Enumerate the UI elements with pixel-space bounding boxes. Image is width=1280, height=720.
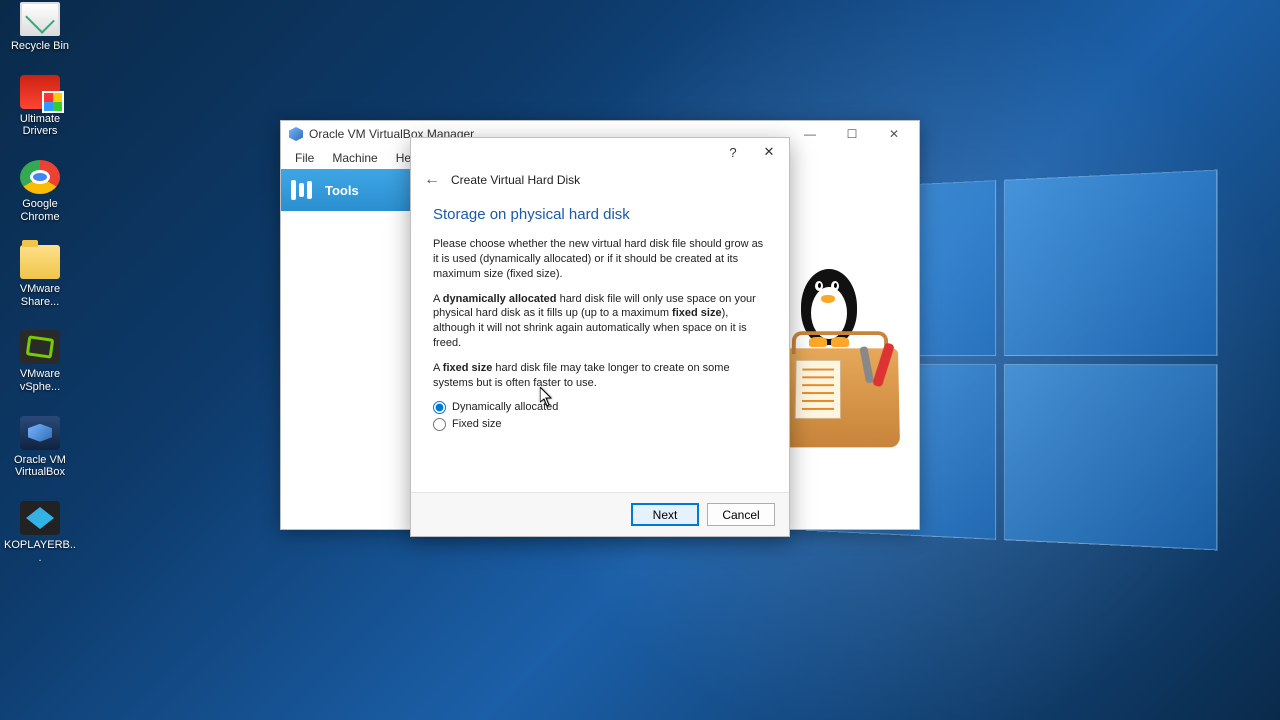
maximize-icon: ☐ — [847, 127, 858, 141]
icon-label: Recycle Bin — [4, 40, 76, 53]
close-icon: ✕ — [764, 144, 775, 160]
menu-machine[interactable]: Machine — [324, 149, 385, 167]
help-icon: ? — [729, 145, 736, 160]
icon-label: Ultimate Drivers — [4, 113, 76, 138]
icon-label: VMware vSphe... — [4, 368, 76, 393]
chrome-icon — [20, 160, 60, 194]
arrow-left-icon: ← — [424, 171, 440, 189]
radio-label: Fixed size — [452, 418, 502, 430]
sidebar: Tools — [281, 169, 411, 529]
sidebar-item-label: Tools — [325, 183, 359, 198]
menu-file[interactable]: File — [287, 149, 322, 167]
desktop: Recycle Bin Ultimate Drivers Google Chro… — [0, 0, 1280, 720]
create-virtual-hard-disk-wizard: ? ✕ ← Create Virtual Hard Disk Storage o… — [410, 137, 790, 537]
desktop-icon-oracle-vm-virtualbox[interactable]: Oracle VM VirtualBox — [4, 416, 76, 479]
next-button[interactable]: Next — [631, 503, 699, 526]
desktop-icon-vmware-vsphere[interactable]: VMware vSphe... — [4, 330, 76, 393]
wizard-paragraph-1: Please choose whether the new virtual ha… — [433, 237, 767, 282]
wizard-header: ← Create Virtual Hard Disk — [411, 166, 789, 194]
welcome-illustration — [781, 269, 901, 459]
wizard-content: Storage on physical hard disk Please cho… — [411, 194, 789, 492]
icon-label: Google Chrome — [4, 198, 76, 223]
toolbox-icon — [780, 348, 900, 447]
cancel-button[interactable]: Cancel — [707, 503, 775, 526]
dialog-titlebar[interactable]: ? ✕ — [411, 138, 789, 166]
drivers-icon — [20, 75, 60, 109]
folder-icon — [20, 245, 60, 279]
virtualbox-app-icon — [289, 127, 303, 141]
radio-label: Dynamically allocated — [452, 401, 558, 413]
wizard-header-title: Create Virtual Hard Disk — [451, 173, 580, 187]
radio-input-fixed[interactable] — [433, 418, 446, 431]
wizard-footer: Next Cancel — [411, 492, 789, 536]
icon-label: KOPLAYERB... — [4, 539, 76, 564]
wizard-page-title: Storage on physical hard disk — [433, 206, 767, 223]
back-button[interactable]: ← — [423, 171, 441, 189]
radio-dynamically-allocated[interactable]: Dynamically allocated — [433, 401, 767, 414]
vsphere-icon — [20, 330, 60, 364]
virtualbox-icon — [20, 416, 60, 450]
recycle-bin-icon — [20, 2, 60, 36]
wizard-paragraph-2: A dynamically allocated hard disk file w… — [433, 292, 767, 351]
wizard-paragraph-3: A fixed size hard disk file may take lon… — [433, 361, 767, 391]
minimize-button[interactable]: — — [789, 122, 831, 146]
close-button[interactable]: ✕ — [873, 122, 915, 146]
desktop-icon-google-chrome[interactable]: Google Chrome — [4, 160, 76, 223]
tools-icon — [291, 179, 317, 201]
sidebar-item-tools[interactable]: Tools — [281, 169, 410, 211]
icon-label: VMware Share... — [4, 283, 76, 308]
icon-label: Oracle VM VirtualBox — [4, 454, 76, 479]
desktop-icons: Recycle Bin Ultimate Drivers Google Chro… — [4, 0, 76, 564]
desktop-icon-vmware-share[interactable]: VMware Share... — [4, 245, 76, 308]
radio-input-dynamic[interactable] — [433, 401, 446, 414]
desktop-icon-recycle-bin[interactable]: Recycle Bin — [4, 2, 76, 53]
dialog-close-button[interactable]: ✕ — [751, 140, 787, 164]
minimize-icon: — — [804, 127, 816, 141]
radio-fixed-size[interactable]: Fixed size — [433, 418, 767, 431]
desktop-icon-koplayer[interactable]: KOPLAYERB... — [4, 501, 76, 564]
close-icon: ✕ — [889, 127, 899, 141]
desktop-icon-ultimate-drivers[interactable]: Ultimate Drivers — [4, 75, 76, 138]
maximize-button[interactable]: ☐ — [831, 122, 873, 146]
help-button[interactable]: ? — [715, 140, 751, 164]
koplayer-icon — [20, 501, 60, 535]
